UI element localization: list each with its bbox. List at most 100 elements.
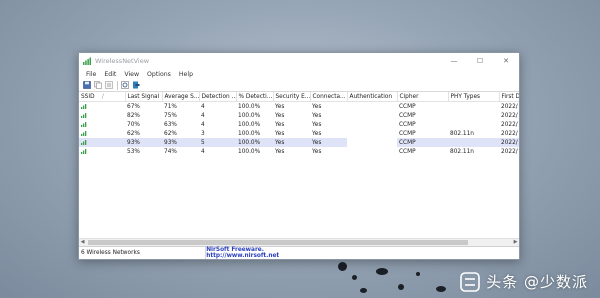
phy-types-cell	[448, 138, 499, 147]
column-header-cipher[interactable]: Cipher	[397, 92, 449, 102]
average-signal-cell: 71%	[164, 103, 177, 110]
security-cell: Yes	[275, 112, 285, 119]
column-header-average-signal[interactable]: Average S...	[162, 92, 200, 102]
menu-options[interactable]: Options	[143, 71, 175, 78]
pct-detection-cell: 100.0%	[238, 121, 261, 128]
scroll-right-icon[interactable]: ▶	[512, 239, 519, 246]
column-header-detection-count[interactable]: Detection ...	[199, 92, 237, 102]
phy-types-cell	[448, 111, 499, 120]
status-bar: 6 Wireless Networks NirSoft Freeware. ht…	[79, 246, 519, 259]
scroll-left-icon[interactable]: ◀	[79, 239, 86, 246]
cipher-cell: CCMP	[399, 112, 416, 119]
column-header-phy-types[interactable]: PHY Types	[448, 92, 500, 102]
close-button[interactable]: ✕	[493, 53, 519, 69]
menu-view[interactable]: View	[120, 71, 143, 78]
column-header-security-enabled[interactable]: Security E...	[273, 92, 311, 102]
signal-strength-icon	[81, 131, 87, 137]
ink-splatter	[376, 268, 388, 275]
minimize-button[interactable]: —	[441, 53, 467, 69]
wireless-app-icon	[83, 57, 91, 65]
menu-edit[interactable]: Edit	[100, 71, 120, 78]
security-cell: Yes	[275, 121, 285, 128]
column-header-pct-detection[interactable]: % Detecti...	[236, 92, 274, 102]
signal-strength-icon	[81, 149, 87, 155]
authentication-cell	[347, 147, 397, 156]
connectable-cell: Yes	[312, 130, 322, 137]
table-row[interactable]: 93% 93% 5 100.0% Yes Yes CCMP 2022/	[79, 138, 519, 147]
average-signal-cell: 63%	[164, 121, 177, 128]
copy-icon[interactable]	[93, 81, 102, 90]
pct-detection-cell: 100.0%	[238, 112, 261, 119]
column-header-ssid[interactable]: SSID /	[79, 92, 126, 102]
column-header-authentication[interactable]: Authentication	[347, 92, 398, 102]
maximize-button[interactable]: ☐	[467, 53, 493, 69]
signal-strength-icon	[81, 113, 87, 119]
ssid-cell	[79, 111, 125, 120]
security-cell: Yes	[273, 138, 310, 147]
first-detection-cell: 2022/	[501, 148, 518, 155]
table-row[interactable]: 82% 75% 4 100.0% Yes Yes CCMP 2022/	[79, 111, 519, 120]
menu-help[interactable]: Help	[175, 71, 197, 78]
authentication-cell	[347, 111, 397, 120]
pct-detection-cell: 100.0%	[236, 138, 273, 147]
ssid-cell	[79, 147, 125, 156]
ssid-cell	[79, 102, 125, 112]
phy-types-cell: 802.11n	[450, 148, 474, 155]
refresh-icon[interactable]	[120, 81, 129, 90]
cipher-cell: CCMP	[397, 138, 448, 147]
connectable-cell: Yes	[312, 112, 322, 119]
network-table: SSID / Last Signal Average S... Detectio…	[79, 92, 519, 238]
authentication-cell	[347, 102, 397, 112]
first-detection-cell: 2022/	[501, 103, 518, 110]
ink-splatter	[338, 262, 347, 271]
ink-splatter	[360, 288, 367, 293]
last-signal-cell: 70%	[127, 121, 140, 128]
authentication-cell	[347, 129, 397, 138]
title-bar[interactable]: WirelessNetView — ☐ ✕	[79, 53, 519, 69]
watermark-text: 头条 @少数派	[486, 273, 588, 291]
detection-count-cell: 4	[201, 103, 205, 110]
menu-bar: File Edit View Options Help	[79, 69, 519, 79]
cipher-cell: CCMP	[399, 121, 416, 128]
authentication-cell	[347, 138, 397, 147]
properties-icon[interactable]	[104, 81, 113, 90]
table-row[interactable]: 53% 74% 4 100.0% Yes Yes CCMP 802.11n 2022/	[79, 147, 519, 156]
detection-count-cell: 4	[201, 148, 205, 155]
security-cell: Yes	[275, 103, 285, 110]
desktop-background: { "window": { "title": "WirelessNetView"…	[0, 0, 600, 298]
column-header-connectable[interactable]: Connecta...	[310, 92, 348, 102]
horizontal-scrollbar[interactable]: ◀ ▶	[79, 238, 519, 246]
cipher-cell: CCMP	[399, 130, 416, 137]
first-detection-cell: 2022/	[499, 138, 519, 147]
save-icon[interactable]	[82, 81, 91, 90]
first-detection-cell: 2022/	[501, 121, 518, 128]
phy-types-cell: 802.11n	[450, 130, 474, 137]
column-header-last-signal[interactable]: Last Signal	[125, 92, 163, 102]
detection-count-cell: 4	[201, 121, 205, 128]
network-count: 6 Wireless Networks	[79, 247, 207, 259]
table-row[interactable]: 70% 63% 4 100.0% Yes Yes CCMP 2022/	[79, 120, 519, 129]
last-signal-cell: 62%	[127, 130, 140, 137]
pct-detection-cell: 100.0%	[238, 148, 261, 155]
toolbar	[79, 79, 519, 92]
ink-splatter	[416, 272, 420, 276]
table-row[interactable]: 67% 71% 4 100.0% Yes Yes CCMP 2022/	[79, 102, 519, 112]
phy-types-cell	[448, 102, 499, 112]
connectable-cell: Yes	[312, 148, 322, 155]
column-header-first-detection[interactable]: First D	[499, 92, 519, 102]
table-row[interactable]: 62% 62% 3 100.0% Yes Yes CCMP 802.11n 2022/	[79, 129, 519, 138]
signal-strength-icon	[81, 122, 87, 128]
average-signal-cell: 62%	[164, 130, 177, 137]
connectable-cell: Yes	[312, 103, 322, 110]
average-signal-cell: 75%	[164, 112, 177, 119]
last-signal-cell: 82%	[127, 112, 140, 119]
pct-detection-cell: 100.0%	[238, 130, 261, 137]
scroll-thumb[interactable]	[88, 240, 468, 245]
window-title: WirelessNetView	[95, 57, 150, 65]
nirsoft-link[interactable]: NirSoft Freeware. http://www.nirsoft.net	[206, 247, 324, 259]
exit-icon[interactable]	[131, 81, 140, 90]
ink-splatter	[398, 284, 404, 290]
menu-file[interactable]: File	[82, 71, 100, 78]
watermark: 头条 @少数派	[460, 271, 588, 292]
pct-detection-cell: 100.0%	[238, 103, 261, 110]
